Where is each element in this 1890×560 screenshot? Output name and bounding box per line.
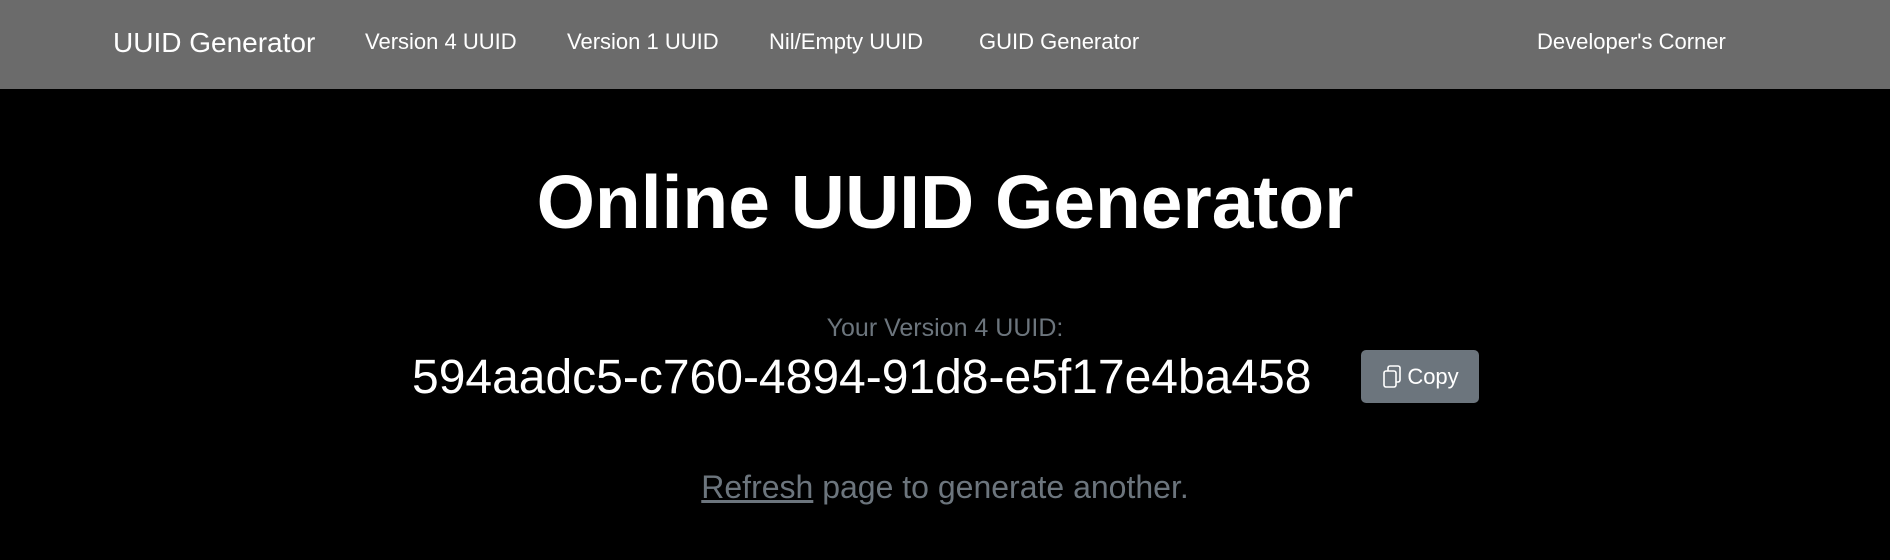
refresh-link[interactable]: Refresh bbox=[701, 469, 813, 505]
nav-link-version-4-uuid[interactable]: Version 4 UUID bbox=[365, 0, 517, 84]
copy-button[interactable]: Copy bbox=[1361, 350, 1479, 403]
copy-icon bbox=[1381, 364, 1403, 390]
nav-link-nil-empty-uuid[interactable]: Nil/Empty UUID bbox=[769, 0, 923, 84]
uuid-label: Your Version 4 UUID: bbox=[826, 314, 1064, 342]
refresh-message: Refresh page to generate another. bbox=[0, 466, 1890, 508]
nav-link-developers-corner[interactable]: Developer's Corner bbox=[1537, 0, 1726, 84]
nav-link-guid-generator[interactable]: GUID Generator bbox=[979, 0, 1139, 84]
nav-link-version-1-uuid[interactable]: Version 1 UUID bbox=[567, 0, 719, 84]
brand-link[interactable]: UUID Generator bbox=[113, 0, 315, 86]
page-title: Online UUID Generator bbox=[536, 160, 1354, 244]
uuid-value: 594aadc5-c760-4894-91d8-e5f17e4ba458 bbox=[412, 351, 1312, 404]
navbar: UUID Generator Version 4 UUID Version 1 … bbox=[0, 0, 1890, 89]
refresh-message-text: page to generate another. bbox=[813, 469, 1189, 505]
copy-button-label: Copy bbox=[1407, 363, 1459, 389]
